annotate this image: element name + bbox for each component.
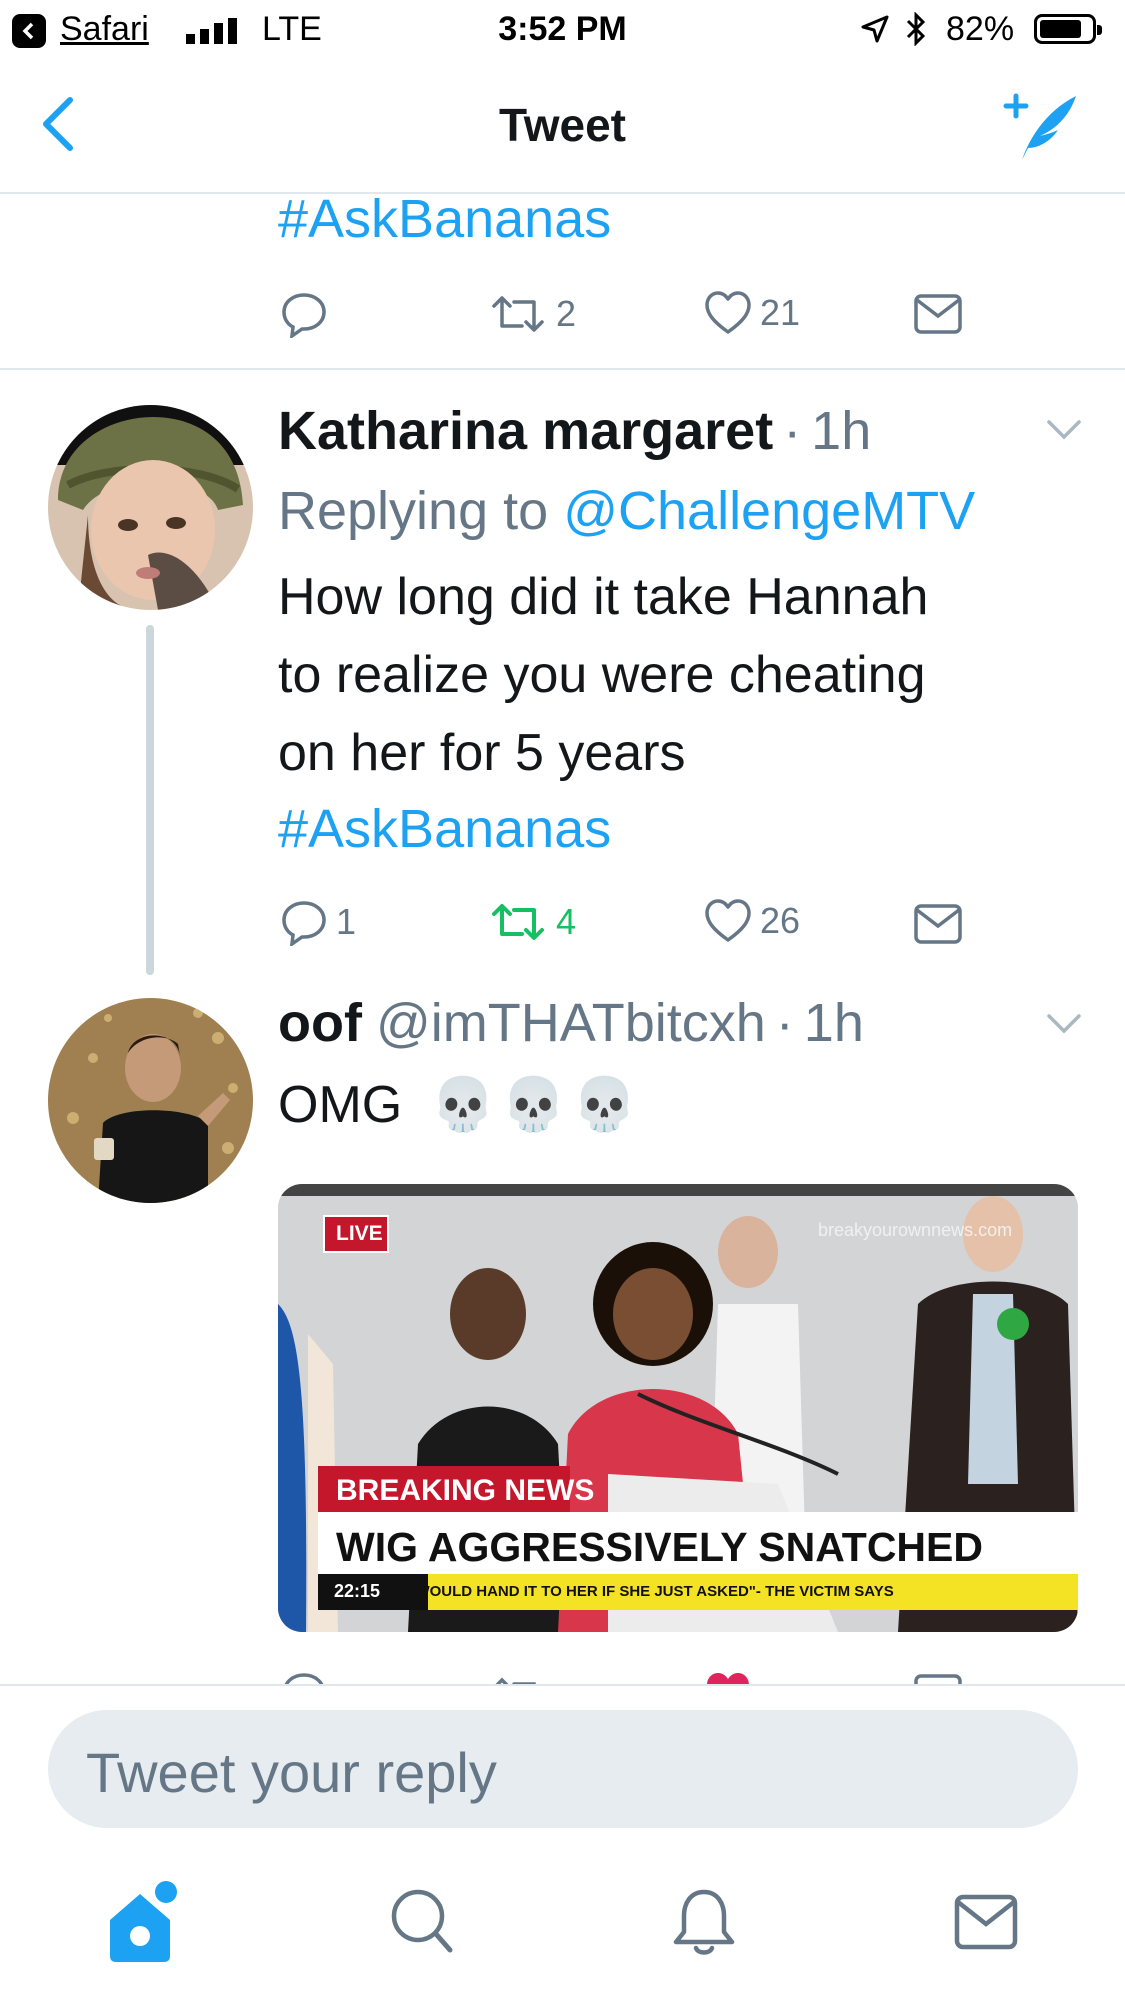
compose-feather-icon[interactable] bbox=[1000, 90, 1080, 162]
thread-connector bbox=[146, 625, 154, 975]
news-clock: 22:15 bbox=[334, 1581, 381, 1601]
mail-icon[interactable] bbox=[954, 1894, 1018, 1950]
breaking-label: BREAKING NEWS bbox=[336, 1474, 595, 1507]
reply-icon bbox=[282, 901, 326, 946]
avatar[interactable] bbox=[48, 405, 253, 610]
chevron-down-icon[interactable] bbox=[1046, 1012, 1082, 1036]
reply-icon bbox=[282, 293, 326, 338]
retweet-button[interactable]: 2 bbox=[488, 290, 576, 338]
tweet-media-image[interactable]: LIVE breakyourownnews.com BREAKING NEWS … bbox=[278, 1184, 1078, 1632]
author-name[interactable]: oof bbox=[278, 993, 362, 1053]
location-icon bbox=[861, 15, 889, 43]
skull-emoji: 💀💀💀 bbox=[430, 1076, 643, 1134]
battery-icon bbox=[1034, 14, 1102, 44]
tweet-time: 1h bbox=[803, 993, 864, 1053]
retweet-count: 2 bbox=[556, 293, 577, 334]
tweet-line: on her for 5 years bbox=[278, 724, 686, 782]
tweet-text: OMG bbox=[278, 1076, 403, 1134]
dm-icon[interactable] bbox=[914, 904, 962, 944]
like-button[interactable]: 21 bbox=[704, 290, 800, 336]
home-icon[interactable] bbox=[104, 1880, 184, 1964]
retweet-count: 4 bbox=[556, 901, 577, 942]
divider bbox=[0, 1684, 1125, 1686]
dm-icon[interactable] bbox=[914, 294, 962, 334]
bluetooth-icon bbox=[906, 12, 926, 46]
tweet-body: OMG 💀💀💀 bbox=[278, 1066, 643, 1144]
hashtag-link[interactable]: #AskBananas bbox=[278, 188, 611, 250]
reply-placeholder: Tweet your reply bbox=[86, 1741, 497, 1804]
like-count: 21 bbox=[760, 292, 801, 333]
tweet-author-line: Katharina margaret · 1h bbox=[278, 400, 871, 462]
status-bar: Safari LTE 3:52 PM 82% bbox=[0, 0, 1125, 60]
retweet-button[interactable]: 4 bbox=[488, 898, 576, 946]
retweet-icon bbox=[492, 904, 544, 940]
tweet-body: How long did it take Hannah to realize y… bbox=[278, 558, 928, 792]
tweet-line: How long did it take Hannah bbox=[278, 568, 929, 626]
reply-count: 1 bbox=[336, 901, 357, 942]
tweet-time: 1h bbox=[811, 401, 872, 461]
replying-prefix: Replying to bbox=[278, 481, 549, 541]
reply-input[interactable]: Tweet your reply bbox=[48, 1710, 1078, 1828]
reply-button[interactable] bbox=[280, 290, 336, 338]
retweet-icon bbox=[492, 296, 544, 332]
page-title: Tweet bbox=[499, 99, 626, 151]
like-button[interactable]: 26 bbox=[704, 898, 800, 944]
like-icon bbox=[705, 291, 751, 334]
chevron-down-icon[interactable] bbox=[1046, 418, 1082, 442]
avatar[interactable] bbox=[48, 998, 253, 1203]
author-name[interactable]: Katharina margaret bbox=[278, 401, 773, 461]
divider bbox=[0, 368, 1125, 370]
time-sep: · bbox=[775, 993, 794, 1053]
search-icon[interactable] bbox=[390, 1888, 454, 1958]
like-icon bbox=[705, 899, 751, 942]
author-handle[interactable]: @imTHATbitcxh bbox=[376, 993, 766, 1053]
tab-bar bbox=[0, 1850, 1125, 2001]
news-ticker: "I WOULD HAND IT TO HER IF SHE JUST ASKE… bbox=[400, 1583, 894, 1600]
like-count: 26 bbox=[760, 900, 801, 941]
battery-percent: 82% bbox=[946, 10, 1015, 48]
reply-button[interactable]: 1 bbox=[280, 898, 356, 946]
watermark: breakyourownnews.com bbox=[818, 1220, 1013, 1240]
replying-line: Replying to @ChallengeMTV bbox=[278, 480, 975, 542]
nav-bar: Tweet bbox=[0, 60, 1125, 194]
hashtag-link[interactable]: #AskBananas bbox=[278, 798, 611, 860]
tweet-line: to realize you were cheating bbox=[278, 646, 926, 704]
mention-link[interactable]: @ChallengeMTV bbox=[563, 481, 975, 541]
time-sep: · bbox=[783, 401, 802, 461]
headline: WIG AGGRESSIVELY SNATCHED bbox=[336, 1524, 983, 1570]
bell-icon[interactable] bbox=[672, 1886, 736, 1958]
tweet-actions-clipped bbox=[0, 1664, 1125, 1686]
tweet-author-line: oof @imTHATbitcxh · 1h bbox=[278, 992, 864, 1054]
live-badge: LIVE bbox=[336, 1222, 383, 1245]
